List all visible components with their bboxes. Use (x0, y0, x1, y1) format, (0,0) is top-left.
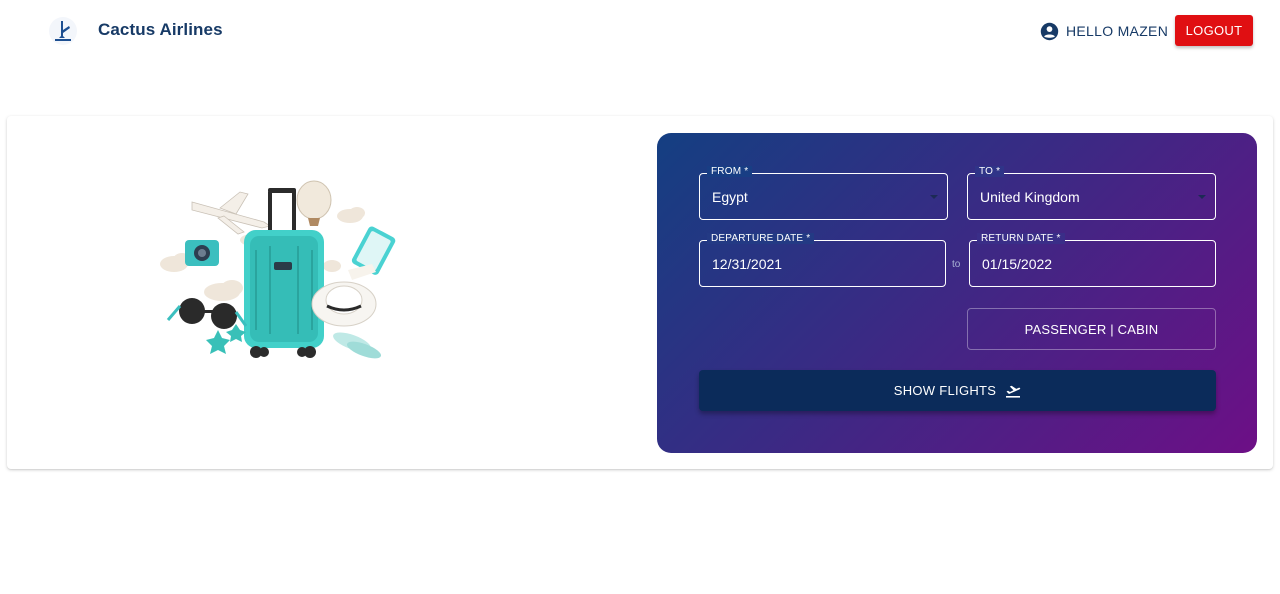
passenger-cabin-button[interactable]: PASSENGER | CABIN (967, 308, 1216, 350)
flight-search-panel: FROM * Egypt TO * United Kingdom DEPARTU… (657, 133, 1257, 453)
to-label: TO * (975, 166, 1005, 177)
departure-date-field[interactable]: DEPARTURE DATE * 12/31/2021 (699, 233, 946, 287)
user-greeting: HELLO MAZEN (1066, 23, 1169, 39)
to-select[interactable]: TO * United Kingdom (967, 166, 1216, 220)
show-flights-button[interactable]: SHOW FLIGHTS (699, 370, 1216, 411)
flight-search-card: FROM * Egypt TO * United Kingdom DEPARTU… (7, 116, 1273, 469)
return-date-label: RETURN DATE * (977, 233, 1065, 244)
from-select[interactable]: FROM * Egypt (699, 166, 948, 220)
travel-luggage-illustration (160, 180, 396, 359)
top-app-bar: Cactus Airlines HELLO MAZEN LOGOUT (0, 0, 1280, 62)
return-date-value: 01/15/2022 (982, 256, 1053, 272)
from-value: Egypt (712, 189, 748, 205)
date-range-separator: to (952, 259, 961, 270)
departure-date-value: 12/31/2021 (712, 256, 783, 272)
brand-name[interactable]: Cactus Airlines (98, 20, 223, 40)
logout-button[interactable]: LOGOUT (1175, 15, 1253, 46)
to-value: United Kingdom (980, 189, 1080, 205)
return-date-field[interactable]: RETURN DATE * 01/15/2022 (969, 233, 1216, 287)
plane-landing-logo-icon[interactable] (48, 16, 78, 46)
show-flights-label: SHOW FLIGHTS (893, 383, 997, 398)
departure-date-label: DEPARTURE DATE * (707, 233, 815, 244)
account-circle-icon (1040, 22, 1059, 40)
user-greeting-area: HELLO MAZEN (1040, 20, 1168, 42)
from-dropdown-arrow-icon[interactable] (930, 195, 938, 199)
to-dropdown-arrow-icon[interactable] (1198, 195, 1206, 199)
flight-takeoff-icon (1006, 385, 1021, 398)
from-label: FROM * (707, 166, 753, 177)
